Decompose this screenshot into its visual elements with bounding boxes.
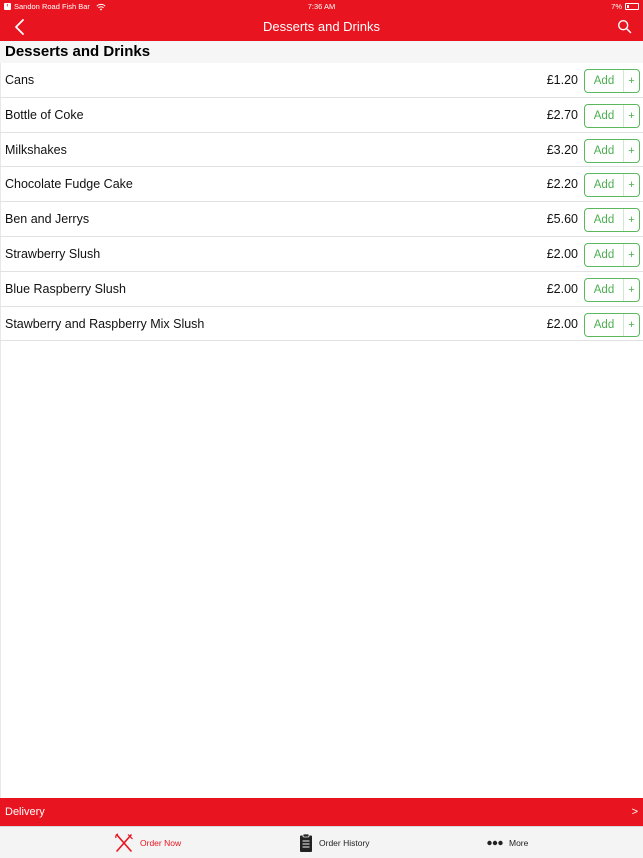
menu-item: Ben and Jerrys £5.60 Add + xyxy=(0,202,643,237)
item-price: £2.70 xyxy=(546,107,578,122)
add-button[interactable]: Add + xyxy=(584,312,640,337)
add-label: Add xyxy=(593,248,615,261)
menu-item: Strawberry Slush £2.00 Add + xyxy=(0,237,643,272)
item-price: £2.00 xyxy=(546,281,578,296)
item-name: Blue Raspberry Slush xyxy=(5,281,126,296)
clipboard-icon xyxy=(300,833,312,852)
battery-percent: 7% xyxy=(611,2,622,11)
item-name: Strawberry Slush xyxy=(5,246,101,261)
add-button[interactable]: Add + xyxy=(584,208,640,233)
item-name: Cans xyxy=(5,73,35,87)
item-price: £1.20 xyxy=(546,73,578,87)
tab-more[interactable]: More xyxy=(487,827,528,858)
tab-order-now[interactable]: Order Now xyxy=(114,827,181,858)
item-price: £2.00 xyxy=(546,246,578,261)
item-price: £3.20 xyxy=(546,142,578,157)
tab-order-history-label: Order History xyxy=(319,838,370,848)
plus-icon: + xyxy=(623,313,639,336)
search-icon[interactable] xyxy=(617,19,632,34)
status-time: 7:36 AM xyxy=(307,2,336,11)
plus-icon: + xyxy=(623,278,639,301)
add-button[interactable]: Add + xyxy=(584,103,640,128)
menu-item: Bottle of Coke £2.70 Add + xyxy=(0,98,643,133)
item-name: Chocolate Fudge Cake xyxy=(5,177,133,192)
delivery-bar[interactable]: Delivery > xyxy=(0,798,643,826)
tab-more-label: More xyxy=(509,838,529,848)
page-title: Desserts and Drinks xyxy=(262,19,381,34)
add-button[interactable]: Add + xyxy=(584,69,640,93)
plus-icon: + xyxy=(623,104,639,127)
add-label: Add xyxy=(593,214,615,227)
item-name: Bottle of Coke xyxy=(5,107,84,122)
status-right: 7% xyxy=(611,2,639,11)
tab-order-history[interactable]: Order History xyxy=(299,827,370,858)
menu-item: Stawberry and Raspberry Mix Slush £2.00 … xyxy=(0,307,643,342)
ellipsis-icon xyxy=(487,840,503,846)
add-label: Add xyxy=(593,318,615,331)
plus-icon: + xyxy=(623,174,639,197)
add-label: Add xyxy=(593,75,615,87)
add-label: Add xyxy=(593,144,615,157)
add-button[interactable]: Add + xyxy=(584,277,640,302)
item-name: Stawberry and Raspberry Mix Slush xyxy=(5,316,205,331)
section-header: Desserts and Drinks xyxy=(0,41,643,63)
item-price: £2.20 xyxy=(546,177,578,192)
delivery-label: Delivery xyxy=(5,806,45,818)
menu-item: Blue Raspberry Slush £2.00 Add + xyxy=(0,272,643,307)
plus-icon: + xyxy=(623,70,639,92)
menu-list: Cans £1.20 Add + Bottle of Coke £2.70 Ad… xyxy=(0,63,643,342)
nav-bar: Desserts and Drinks xyxy=(0,12,643,41)
section-title: Desserts and Drinks xyxy=(5,43,151,60)
menu-item: Milkshakes £3.20 Add + xyxy=(0,133,643,168)
item-name: Ben and Jerrys xyxy=(5,212,90,227)
fork-knife-icon xyxy=(115,833,133,852)
menu-item: Chocolate Fudge Cake £2.20 Add + xyxy=(0,167,643,203)
plus-icon: + xyxy=(623,243,639,266)
item-price: £5.60 xyxy=(546,212,578,227)
status-bar: ‹ Sandon Road Fish Bar 7:36 AM 7% xyxy=(0,0,643,12)
tab-order-now-label: Order Now xyxy=(140,838,182,848)
chevron-right-icon: > xyxy=(631,806,638,818)
battery-icon xyxy=(625,3,639,10)
add-label: Add xyxy=(593,179,615,192)
plus-icon: + xyxy=(623,139,639,162)
item-price: £2.00 xyxy=(546,316,578,331)
add-button[interactable]: Add + xyxy=(584,242,640,267)
menu-item: Cans £1.20 Add + xyxy=(0,63,643,98)
add-button[interactable]: Add + xyxy=(584,173,640,198)
plus-icon: + xyxy=(623,209,639,232)
add-label: Add xyxy=(593,109,615,122)
add-button[interactable]: Add + xyxy=(584,138,640,163)
tab-bar: Order Now Order History More xyxy=(0,826,643,858)
add-label: Add xyxy=(593,283,615,296)
item-name: Milkshakes xyxy=(5,142,67,157)
